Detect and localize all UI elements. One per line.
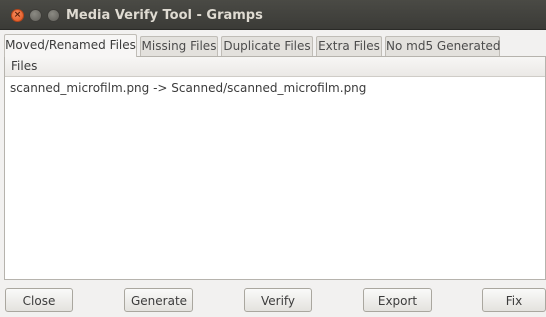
verify-button[interactable]: Verify	[244, 288, 312, 312]
fix-button[interactable]: Fix	[482, 288, 546, 312]
tab-extra-files[interactable]: Extra Files	[316, 36, 382, 56]
close-window-icon[interactable]: ×	[11, 9, 24, 22]
tab-missing-files[interactable]: Missing Files	[140, 36, 218, 56]
export-button[interactable]: Export	[363, 288, 432, 312]
tab-duplicate-files[interactable]: Duplicate Files	[221, 36, 313, 56]
files-column-header[interactable]: Files	[5, 57, 545, 77]
tab-moved-renamed-files[interactable]: Moved/Renamed Files	[4, 34, 137, 57]
minimize-window-icon[interactable]	[29, 9, 42, 22]
window-title: Media Verify Tool - Gramps	[66, 8, 263, 23]
tab-no-md5-generated[interactable]: No md5 Generated	[385, 36, 501, 56]
generate-button[interactable]: Generate	[124, 288, 193, 312]
maximize-window-icon[interactable]	[47, 9, 60, 22]
list-item[interactable]: scanned_microfilm.png -> Scanned/scanned…	[5, 79, 546, 97]
tab-bar: Moved/Renamed Files Missing Files Duplic…	[4, 34, 546, 57]
title-bar: × Media Verify Tool - Gramps	[0, 0, 546, 30]
files-list-panel: Files scanned_microfilm.png -> Scanned/s…	[4, 56, 546, 280]
close-button[interactable]: Close	[5, 288, 73, 312]
